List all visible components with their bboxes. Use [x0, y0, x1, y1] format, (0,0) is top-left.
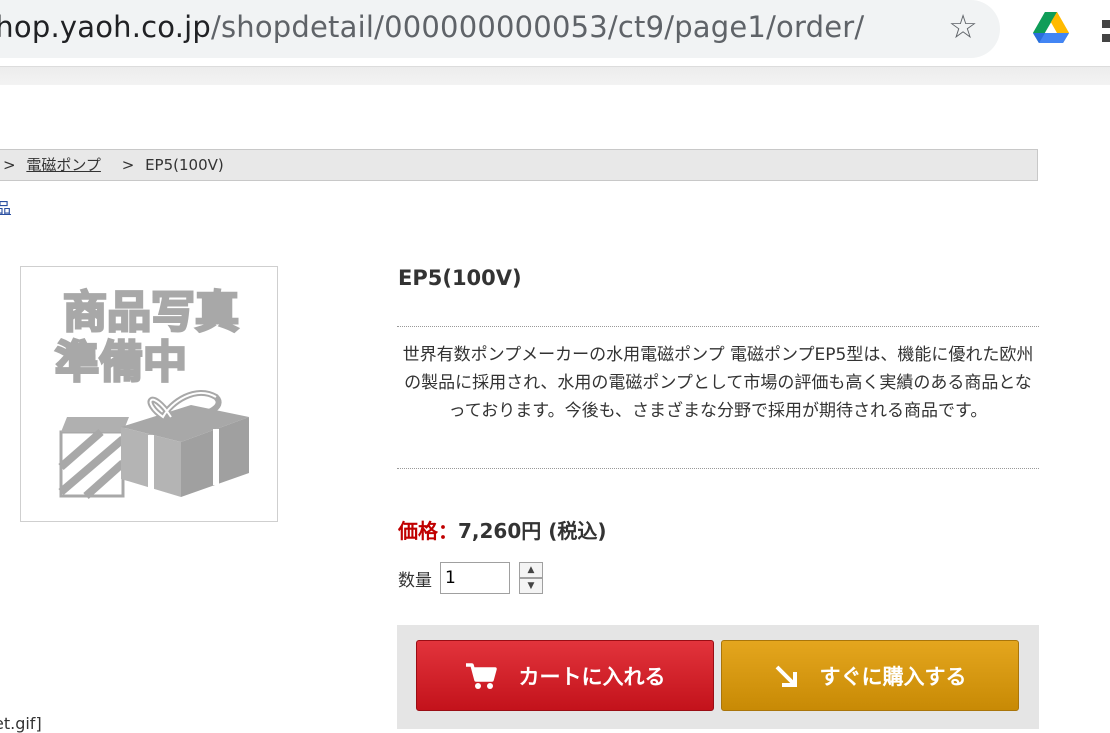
cart-icon [465, 662, 497, 689]
price-value: 7,260円 (税込) [458, 519, 607, 543]
no-photo-placeholder: 商品写真 準備中 [54, 286, 249, 499]
breadcrumb-separator: > [3, 156, 16, 174]
address-bar[interactable]: shop.yaoh.co.jp/shopdetail/000000000053/… [0, 0, 1000, 58]
star-icon[interactable]: ☆ [946, 10, 980, 44]
buy-now-label: すぐに購入する [819, 664, 967, 689]
extension-icon[interactable] [1100, 18, 1110, 44]
browser-toolbar: shop.yaoh.co.jp/shopdetail/000000000053/… [0, 0, 1110, 85]
add-to-cart-button[interactable]: カートに入れる [416, 640, 714, 711]
product-image: 商品写真 準備中 [20, 266, 278, 522]
breadcrumb-category-link[interactable]: 電磁ポンプ [26, 156, 101, 174]
stepper-up-icon[interactable]: ▲ [519, 562, 543, 578]
quantity-stepper[interactable]: ▲ ▼ [519, 562, 543, 594]
quantity-label: 数量 [398, 571, 432, 591]
breadcrumb: > 電磁ポンプ > EP5(100V) [0, 149, 1038, 181]
arrow-down-right-icon [775, 665, 797, 687]
purchase-actions: カートに入れる すぐに購入する [397, 625, 1039, 729]
url-host: shop.yaoh.co.jp [0, 10, 211, 44]
gift-box-small-icon [58, 417, 129, 499]
buy-now-button[interactable]: すぐに購入する [721, 640, 1019, 711]
url-text[interactable]: shop.yaoh.co.jp/shopdetail/000000000053/… [0, 10, 864, 44]
stepper-down-icon[interactable]: ▼ [519, 578, 543, 594]
breadcrumb-separator: > [121, 156, 135, 174]
breadcrumb-current: EP5(100V) [145, 156, 224, 174]
product-title: EP5(100V) [398, 266, 522, 290]
category-link[interactable]: 品 [0, 197, 11, 218]
product-description: 世界有数ポンプメーカーの水用電磁ポンプ 電磁ポンプEP5型は、機能に優れた欧州の… [397, 326, 1039, 469]
price-block: 価格：7,260円 (税込) [398, 515, 607, 544]
add-to-cart-label: カートに入れる [518, 664, 666, 689]
gift-box-large-icon [121, 389, 249, 497]
toolbar-divider [0, 66, 1110, 85]
url-path: /shopdetail/000000000053/ct9/page1/order… [211, 10, 865, 44]
quantity-input[interactable] [440, 562, 510, 594]
stray-image-text: et.gif] [0, 714, 42, 733]
placeholder-text-line2: 準備中 [55, 337, 187, 388]
google-drive-icon[interactable] [1033, 12, 1069, 44]
price-label: 価格： [398, 519, 458, 543]
placeholder-text-line1: 商品写真 [63, 287, 239, 338]
